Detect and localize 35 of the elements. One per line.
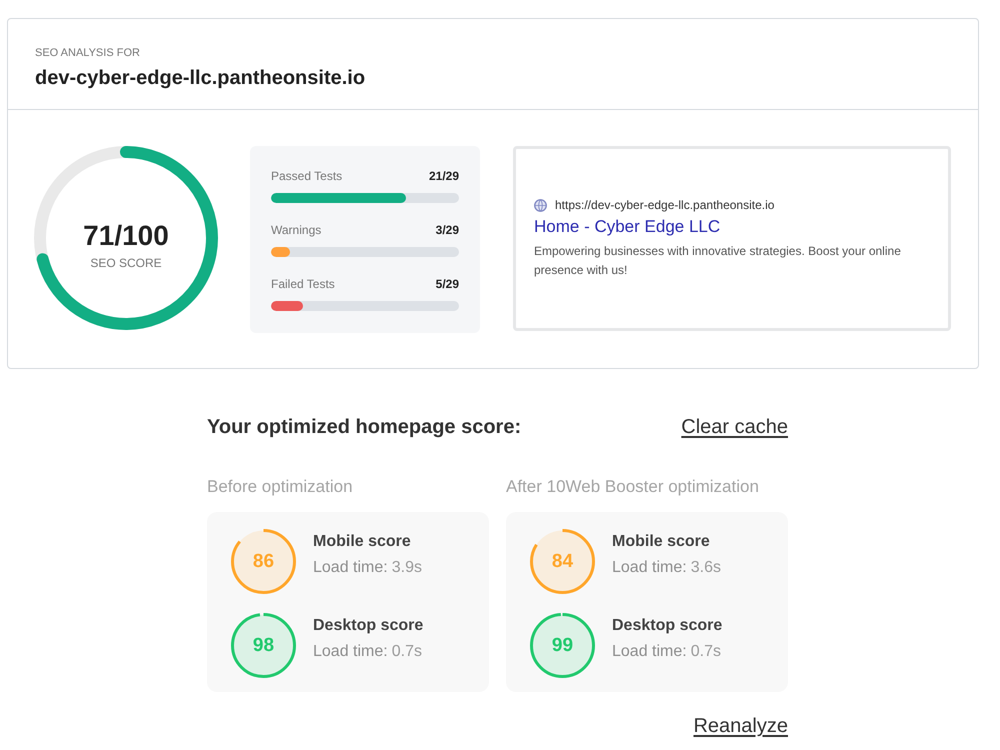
preview-description: Empowering businesses with innovative strategies. Boost your online presence with us!	[534, 243, 902, 279]
stat-value: 21/29	[428, 168, 459, 184]
stat-label: Warnings	[271, 222, 322, 238]
preview-title: Home - Cyber Edge LLC	[534, 216, 720, 238]
load-time-value: 3.6s	[690, 558, 721, 578]
score-type-label: Desktop score	[313, 616, 424, 636]
column-heading: After 10Web Booster optimization	[506, 476, 759, 498]
load-time-value: 0.7s	[392, 642, 422, 662]
score-number: 99	[552, 634, 574, 656]
score-type-label: Desktop score	[612, 616, 722, 636]
load-time-label: Load time:	[313, 558, 388, 578]
analysis-label: SEO ANALYSIS FOR	[35, 46, 140, 60]
score-type-label: Mobile score	[612, 532, 711, 552]
load-time-value: 3.9s	[392, 558, 422, 578]
preview-url: https://dev-cyber-edge-llc.pantheonsite.io	[555, 197, 774, 213]
clear-cache-link[interactable]: Clear cache	[681, 415, 788, 439]
stat-value: 3/29	[436, 222, 459, 238]
stat-label: Failed Tests	[271, 276, 335, 292]
globe-icon	[534, 198, 547, 212]
score-type-label: Mobile score	[313, 532, 412, 552]
reanalyze-link[interactable]: Reanalyze	[693, 714, 788, 738]
score-value: 71/100	[83, 220, 169, 252]
load-time-label: Load time:	[612, 642, 687, 662]
load-time-value: 0.7s	[690, 642, 721, 662]
section-title: Your optimized homepage score:	[207, 415, 522, 439]
column-heading: Before optimization	[207, 476, 353, 498]
load-time-label: Load time:	[612, 558, 687, 578]
score-number: 84	[552, 550, 574, 572]
load-time-label: Load time:	[313, 642, 388, 662]
stat-value: 5/29	[436, 276, 459, 292]
score-label: SEO SCORE	[90, 255, 162, 271]
score-number: 98	[252, 634, 274, 656]
domain-title: dev-cyber-edge-llc.pantheonsite.io	[35, 66, 366, 91]
stat-label: Passed Tests	[271, 168, 342, 184]
score-number: 86	[252, 550, 274, 572]
